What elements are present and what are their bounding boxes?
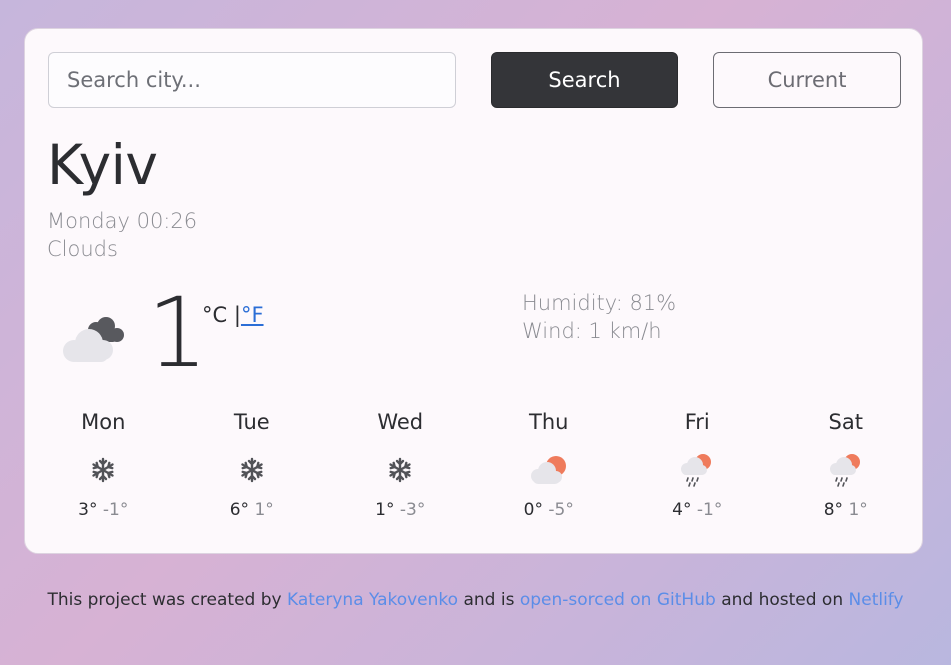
footer-text: This project was created by — [47, 590, 282, 610]
forecast-min: 1° — [254, 500, 274, 520]
forecast-day: Sat 8° 1° — [772, 410, 921, 520]
rain-sun-icon — [772, 440, 921, 500]
forecast-temps: 6° 1° — [178, 500, 327, 520]
forecast-min: -5° — [548, 500, 574, 520]
unit-toggle: °C |°F — [202, 303, 264, 327]
forecast-day: Fri 4° -1° — [623, 410, 772, 520]
snow-icon — [178, 440, 327, 500]
search-button[interactable]: Search — [491, 52, 678, 108]
forecast-max: 3° — [78, 500, 98, 520]
footer-text: and hosted on — [721, 590, 844, 610]
broken-clouds-icon — [60, 317, 128, 367]
forecast-day-name: Tue — [233, 410, 270, 434]
forecast-temps: 0° -5° — [475, 500, 624, 520]
forecast-max: 4° — [672, 500, 692, 520]
forecast-temps: 8° 1° — [772, 500, 921, 520]
rain-sun-icon — [623, 440, 772, 500]
forecast: Mon 3° -1° Tue 6° 1° Wed 1° -3° Thu 0° -… — [29, 410, 920, 520]
forecast-min: 1° — [848, 500, 868, 520]
forecast-temps: 1° -3° — [326, 500, 475, 520]
current-temperature: 1 — [147, 277, 209, 389]
unit-fahrenheit-link[interactable]: °F — [241, 303, 264, 327]
partly-cloudy-icon — [475, 440, 624, 500]
forecast-max: 6° — [229, 500, 250, 520]
footer: This project was created by Kateryna Yak… — [0, 590, 951, 610]
footer-text: and is — [463, 590, 515, 610]
forecast-day: Tue 6° 1° — [178, 410, 327, 520]
search-input[interactable] — [48, 52, 456, 108]
forecast-day-name: Mon — [81, 410, 126, 434]
unit-separator: | — [233, 303, 241, 327]
weather-details: Humidity: 81% Wind: 1 km/h — [522, 289, 676, 345]
forecast-max: 1° — [375, 500, 395, 520]
forecast-min: -1° — [696, 500, 723, 520]
forecast-day-name: Wed — [377, 410, 424, 434]
date-time: Monday 00:26 — [47, 209, 198, 233]
forecast-min: -1° — [102, 500, 129, 520]
unit-celsius: °C — [202, 303, 228, 327]
forecast-max: 8° — [823, 500, 844, 520]
weather-card: Search Current Kyiv Monday 00:26 Clouds … — [24, 28, 923, 554]
forecast-day: Wed 1° -3° — [326, 410, 475, 520]
netlify-link[interactable]: Netlify — [849, 590, 904, 610]
wind: Wind: 1 km/h — [522, 319, 662, 343]
forecast-day-name: Thu — [529, 410, 569, 434]
forecast-min: -3° — [399, 500, 426, 520]
forecast-max: 0° — [523, 500, 543, 520]
author-link[interactable]: Kateryna Yakovenko — [287, 590, 458, 610]
weather-description: Clouds — [47, 237, 118, 261]
humidity: Humidity: 81% — [522, 291, 677, 315]
github-link[interactable]: open-sorced on GitHub — [520, 590, 716, 610]
forecast-day-name: Fri — [684, 410, 710, 434]
snow-icon — [326, 440, 475, 500]
forecast-temps: 4° -1° — [623, 500, 772, 520]
forecast-day: Mon 3° -1° — [29, 410, 178, 520]
current-location-button[interactable]: Current — [713, 52, 901, 108]
city-name: Kyiv — [47, 133, 158, 197]
forecast-day-name: Sat — [828, 410, 863, 434]
snow-icon — [29, 440, 178, 500]
forecast-day: Thu 0° -5° — [475, 410, 624, 520]
forecast-temps: 3° -1° — [29, 500, 178, 520]
